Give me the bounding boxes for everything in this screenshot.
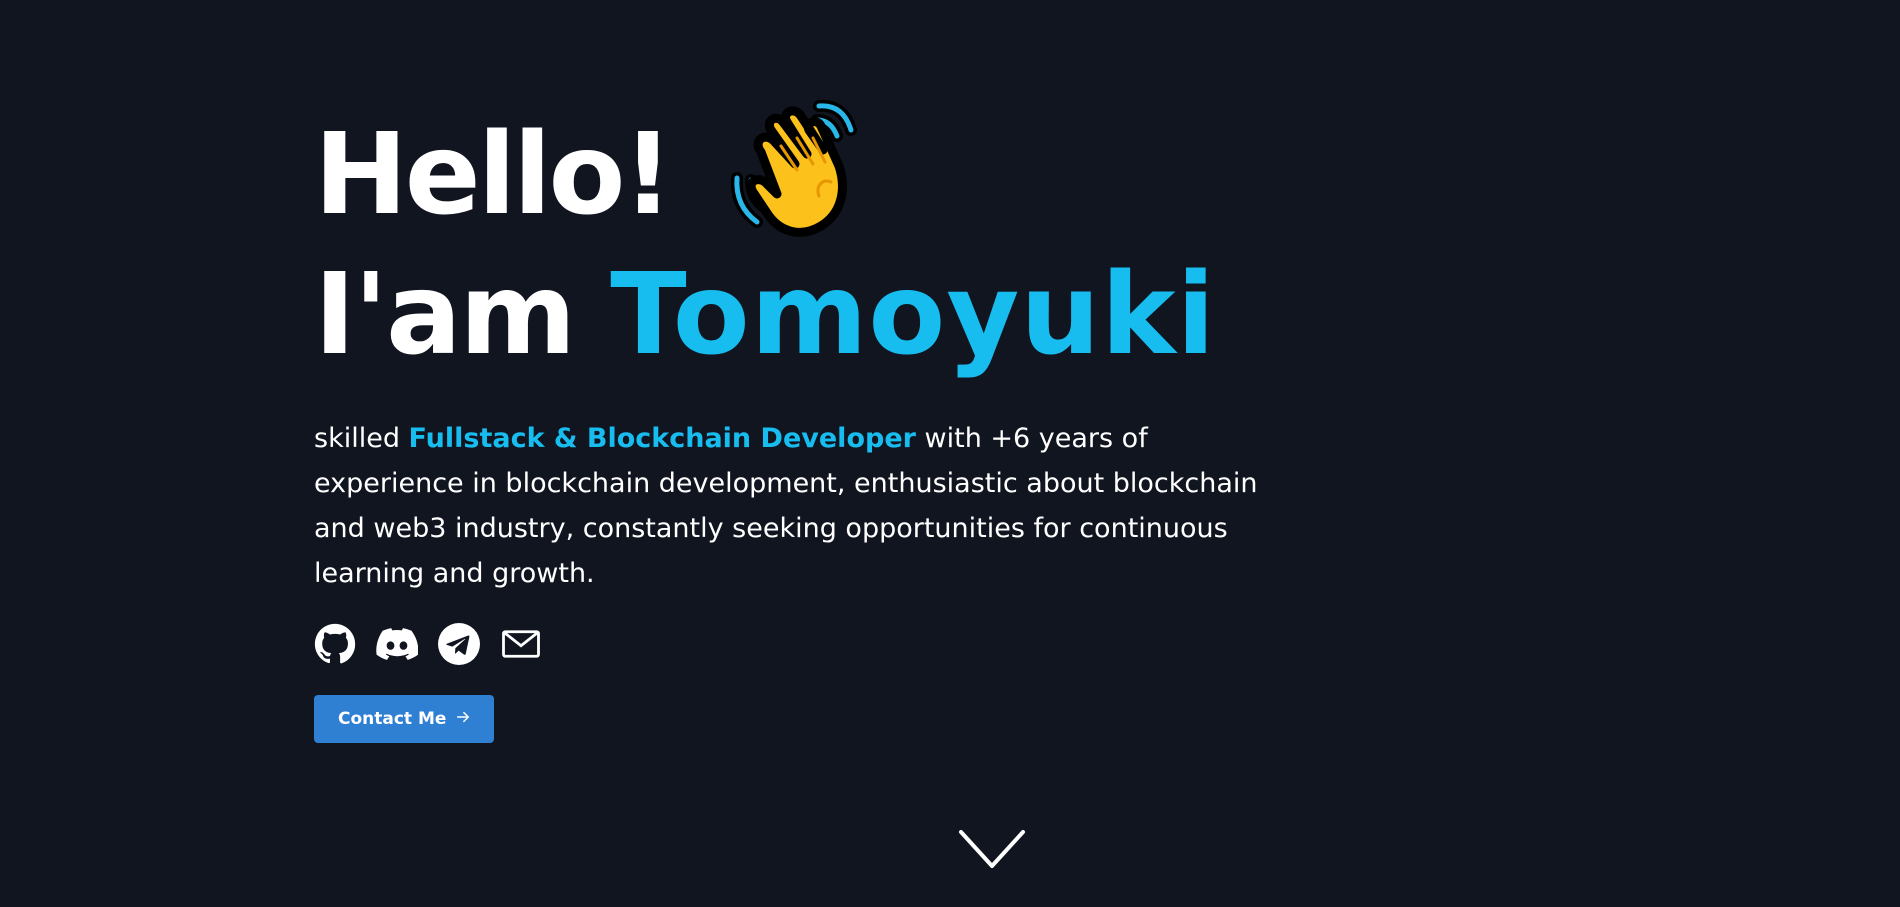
waving-hand-icon <box>723 94 863 244</box>
hero-section: Hello! I'am Tomoyuki skilled Fullstack & … <box>314 99 1314 743</box>
contact-me-button[interactable]: Contact Me <box>314 695 495 743</box>
bio-prefix: skilled <box>314 423 409 454</box>
greeting-heading: Hello! <box>314 99 1314 250</box>
chevron-down-icon[interactable] <box>958 828 1026 872</box>
bio-role: Fullstack & Blockchain Developer <box>408 423 916 454</box>
arrow-right-icon <box>456 709 470 729</box>
developer-name: Tomoyuki <box>610 250 1216 380</box>
intro-prefix: I'am <box>314 250 576 380</box>
intro-heading: I'am Tomoyuki <box>314 250 1314 380</box>
discord-icon[interactable] <box>376 623 418 665</box>
social-links <box>314 623 1314 665</box>
contact-me-label: Contact Me <box>338 709 447 729</box>
telegram-icon[interactable] <box>438 623 480 665</box>
github-icon[interactable] <box>314 623 356 665</box>
greeting-text: Hello! <box>314 110 673 240</box>
mail-icon[interactable] <box>500 623 542 665</box>
bio-paragraph: skilled Fullstack & Blockchain Developer… <box>314 416 1284 596</box>
